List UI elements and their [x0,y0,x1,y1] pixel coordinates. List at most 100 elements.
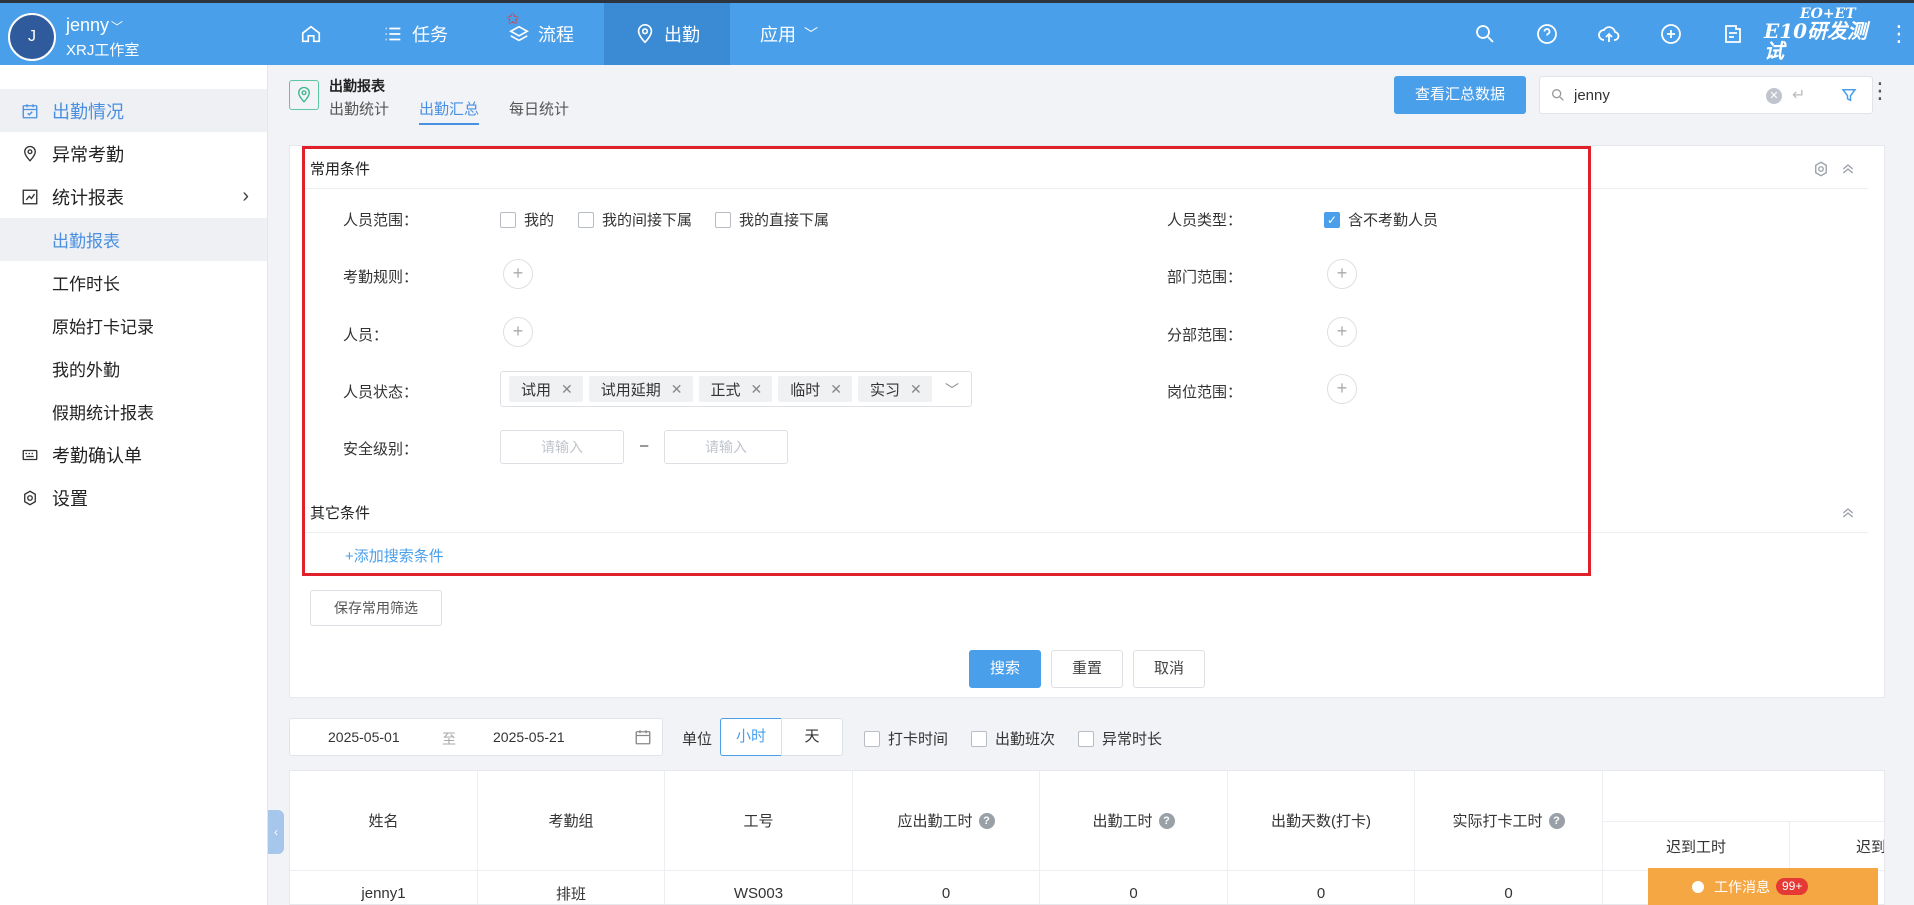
notes-button[interactable] [1702,3,1764,65]
checkbox-mine[interactable]: 我的 [500,209,554,230]
close-icon[interactable]: ✕ [751,381,763,398]
close-icon[interactable]: ✕ [830,381,842,398]
add-post-button[interactable]: + [1327,374,1357,404]
table-cell: 0 [1040,871,1228,904]
search-submit-button[interactable]: 搜索 [969,650,1041,688]
sidebar-item-attendance-overview[interactable]: 出勤情况 [0,89,267,132]
column-header[interactable]: 考勤组 [478,771,665,871]
reset-button[interactable]: 重置 [1051,650,1123,688]
sidebar-collapse-handle[interactable]: ‹ [268,810,284,854]
home-icon [301,25,321,43]
chart-icon [18,185,42,209]
close-icon[interactable]: ✕ [561,381,573,398]
nav-apps[interactable]: 应用 ﹀ [730,3,848,65]
security-max-input[interactable] [665,431,787,463]
user-name[interactable]: jenny ﹀ [66,15,123,36]
sidebar-item-settings[interactable]: 设置 [0,476,267,519]
date-range-picker[interactable]: 2025-05-01 至 2025-05-21 [289,718,663,756]
table-cell: jenny1 [290,871,478,904]
calendar-icon[interactable] [634,728,652,746]
date-from[interactable]: 2025-05-01 [328,729,400,745]
view-summary-button[interactable]: 查看汇总数据 [1394,76,1526,114]
save-filter-button[interactable]: 保存常用筛选 [310,590,442,626]
sidebar-item-field-work[interactable]: 我的外勤 [0,347,267,390]
date-to[interactable]: 2025-05-21 [493,729,565,745]
tab-attendance-stats[interactable]: 出勤统计 [329,98,389,125]
column-header[interactable]: 出勤天数(打卡) [1228,771,1415,871]
help-icon[interactable]: ? [978,812,995,829]
sidebar-item-leave-report[interactable]: 假期统计报表 [0,390,267,433]
plus-circle-icon [1661,24,1681,44]
security-min-input[interactable] [501,431,623,463]
checkbox-direct-subordinates[interactable]: 我的直接下属 [715,209,829,230]
checkbox-abnormal-duration[interactable]: 异常时长 [1078,728,1162,749]
add-button[interactable] [1640,3,1702,65]
security-max-field [664,430,788,464]
unit-day-button[interactable]: 天 [781,718,843,756]
close-icon[interactable]: ✕ [671,381,683,398]
divider [306,532,1868,533]
sidebar-item-attendance-report[interactable]: 出勤报表 [0,218,267,261]
message-count-badge: 99+ [1776,878,1809,895]
add-search-condition-link[interactable]: +添加搜索条件 [345,545,444,566]
gear-icon[interactable] [1812,160,1830,178]
column-header[interactable]: 迟到 [1790,821,1884,871]
checkbox-indirect-subordinates[interactable]: 我的间接下属 [578,209,692,230]
label-person-status: 人员状态： [343,384,419,401]
security-min-field [500,430,624,464]
upload-button[interactable] [1578,3,1640,65]
sidebar-item-punch-records[interactable]: 原始打卡记录 [0,304,267,347]
help-icon[interactable]: ? [1158,812,1175,829]
list-icon [385,27,401,41]
enter-icon[interactable]: ↵ [1792,85,1805,105]
search-input[interactable] [1574,84,1774,106]
chevron-up-icon[interactable] [1840,505,1856,521]
work-message-bar[interactable]: 工作消息 99+ [1648,868,1878,905]
table-cell: 0 [1228,871,1415,904]
cloud-upload-icon [1598,26,1620,42]
label-person: 人员： [343,327,389,344]
more-icon[interactable]: ⋮ [1869,78,1891,104]
nav-workflow[interactable]: ✩ 流程 [478,3,604,65]
label-person-range: 人员范围： [343,212,419,229]
column-header[interactable]: 出勤工时? [1040,771,1228,871]
status-select[interactable]: 试用 ✕ 试用延期 ✕ 正式 ✕ 临时 ✕ 实习 ✕ ﹀ [500,371,972,407]
unit-hour-button[interactable]: 小时 [720,718,782,756]
tab-attendance-summary[interactable]: 出勤汇总 [419,98,480,125]
help-button[interactable] [1516,3,1578,65]
avatar[interactable]: J [8,13,56,61]
label-security-level: 安全级别： [343,441,419,458]
add-branch-button[interactable]: + [1327,317,1357,347]
chevron-down-icon[interactable]: ﹀ [945,380,959,400]
checkbox-include-non-attendance[interactable]: ✓ 含不考勤人员 [1324,209,1438,230]
checkbox-punch-time[interactable]: 打卡时间 [864,728,948,749]
sidebar-item-work-hours[interactable]: 工作时长 [0,261,267,304]
sidebar-item-confirmation[interactable]: 考勤确认单 [0,433,267,476]
page-header: 出勤报表 出勤统计 出勤汇总 每日统计 查看汇总数据 ✕ ↵ ⋮ [289,72,1891,125]
location-pin-icon [289,80,319,110]
add-dept-button[interactable]: + [1327,259,1357,289]
user-menu[interactable]: J jenny ﹀ XRJ工作室 [8,11,263,63]
sidebar-item-abnormal[interactable]: 异常考勤 [0,132,267,175]
chevron-up-icon[interactable] [1840,161,1856,177]
nav-attendance[interactable]: 出勤 [604,3,730,65]
add-person-button[interactable]: + [503,317,533,347]
column-header[interactable]: 应出勤工时? [853,771,1040,871]
column-header[interactable]: 实际打卡工时? [1415,771,1603,871]
nav-task[interactable]: 任务 [352,3,478,65]
cancel-button[interactable]: 取消 [1133,650,1205,688]
clear-icon[interactable]: ✕ [1766,88,1782,104]
nav-home[interactable] [270,3,352,65]
add-rule-button[interactable]: + [503,259,533,289]
column-header[interactable]: 工号 [665,771,853,871]
tab-daily-stats[interactable]: 每日统计 [509,98,569,125]
help-icon[interactable]: ? [1548,812,1565,829]
column-header[interactable]: 迟到工时 [1603,821,1790,871]
more-icon[interactable]: ⋮ [1884,21,1914,47]
sidebar-item-reports[interactable]: 统计报表 › [0,175,267,218]
column-header[interactable]: 姓名 [290,771,478,871]
filter-icon[interactable] [1840,86,1858,104]
search-button[interactable] [1454,3,1516,65]
close-icon[interactable]: ✕ [910,381,922,398]
checkbox-shift[interactable]: 出勤班次 [971,728,1055,749]
